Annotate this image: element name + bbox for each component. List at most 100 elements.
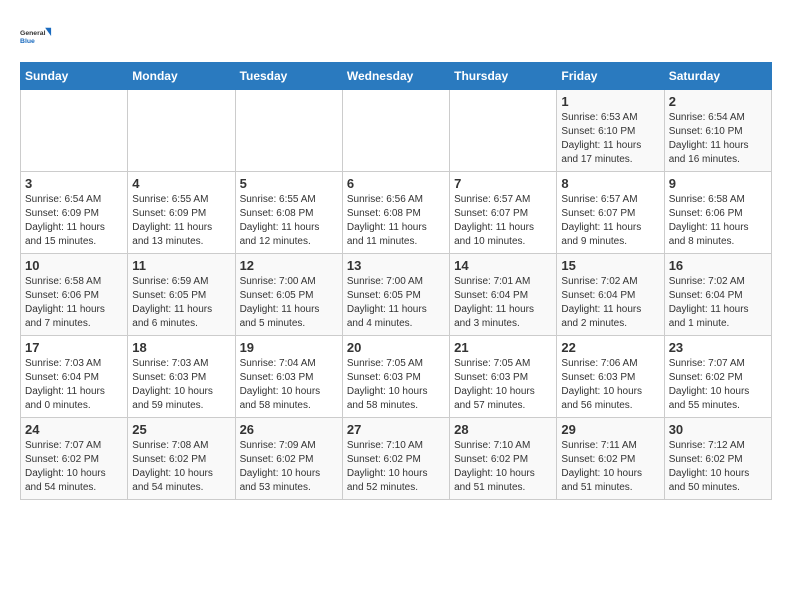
calendar-cell: 16 Sunrise: 7:02 AM Sunset: 6:04 PM Dayli… bbox=[664, 254, 771, 336]
calendar-cell: 14 Sunrise: 7:01 AM Sunset: 6:04 PM Dayli… bbox=[450, 254, 557, 336]
calendar-cell: 9 Sunrise: 6:58 AM Sunset: 6:06 PM Daylig… bbox=[664, 172, 771, 254]
cell-info: Sunrise: 7:11 AM Sunset: 6:02 PM Dayligh… bbox=[561, 439, 659, 495]
day-number: 11 bbox=[132, 258, 230, 273]
calendar-cell: 17 Sunrise: 7:03 AM Sunset: 6:04 PM Dayli… bbox=[21, 336, 128, 418]
calendar-cell: 28 Sunrise: 7:10 AM Sunset: 6:02 PM Dayli… bbox=[450, 418, 557, 500]
cell-info: Sunrise: 7:03 AM Sunset: 6:03 PM Dayligh… bbox=[132, 357, 230, 413]
calendar-cell: 7Sunrise: 6:57 AM Sunset: 6:07 PM Daylig… bbox=[450, 172, 557, 254]
calendar-cell: 11Sunrise: 6:59 AM Sunset: 6:05 PM Dayli… bbox=[128, 254, 235, 336]
day-number: 10 bbox=[25, 258, 123, 273]
calendar-cell: 1Sunrise: 6:53 AM Sunset: 6:10 PM Daylig… bbox=[557, 90, 664, 172]
calendar-cell: 21Sunrise: 7:05 AM Sunset: 6:03 PM Dayli… bbox=[450, 336, 557, 418]
cell-info: Sunrise: 6:58 AM Sunset: 6:06 PM Dayligh… bbox=[669, 193, 767, 249]
calendar-cell: 2 Sunrise: 6:54 AM Sunset: 6:10 PM Daylig… bbox=[664, 90, 771, 172]
calendar-cell bbox=[342, 90, 449, 172]
calendar-cell: 20Sunrise: 7:05 AM Sunset: 6:03 PM Dayli… bbox=[342, 336, 449, 418]
cell-info: Sunrise: 6:55 AM Sunset: 6:08 PM Dayligh… bbox=[240, 193, 338, 249]
day-number: 22 bbox=[561, 340, 659, 355]
cell-info: Sunrise: 7:03 AM Sunset: 6:04 PM Dayligh… bbox=[25, 357, 123, 413]
day-number: 14 bbox=[454, 258, 552, 273]
calendar-cell: 12 Sunrise: 7:00 AM Sunset: 6:05 PM Dayli… bbox=[235, 254, 342, 336]
calendar-table: SundayMondayTuesdayWednesdayThursdayFrid… bbox=[20, 62, 772, 500]
svg-text:General: General bbox=[20, 30, 46, 37]
day-number: 15 bbox=[561, 258, 659, 273]
cell-info: Sunrise: 6:54 AM Sunset: 6:10 PM Dayligh… bbox=[669, 111, 767, 167]
calendar-cell bbox=[450, 90, 557, 172]
cell-info: Sunrise: 6:55 AM Sunset: 6:09 PM Dayligh… bbox=[132, 193, 230, 249]
day-number: 4 bbox=[132, 176, 230, 191]
day-number: 17 bbox=[25, 340, 123, 355]
cell-info: Sunrise: 6:57 AM Sunset: 6:07 PM Dayligh… bbox=[561, 193, 659, 249]
calendar-week-row: 1Sunrise: 6:53 AM Sunset: 6:10 PM Daylig… bbox=[21, 90, 772, 172]
logo: GeneralBlue bbox=[20, 20, 56, 52]
weekday-header: Monday bbox=[128, 63, 235, 90]
day-number: 2 bbox=[669, 94, 767, 109]
cell-info: Sunrise: 7:10 AM Sunset: 6:02 PM Dayligh… bbox=[454, 439, 552, 495]
day-number: 23 bbox=[669, 340, 767, 355]
weekday-header: Sunday bbox=[21, 63, 128, 90]
cell-info: Sunrise: 7:09 AM Sunset: 6:02 PM Dayligh… bbox=[240, 439, 338, 495]
cell-info: Sunrise: 7:00 AM Sunset: 6:05 PM Dayligh… bbox=[347, 275, 445, 331]
calendar-cell: 23 Sunrise: 7:07 AM Sunset: 6:02 PM Dayli… bbox=[664, 336, 771, 418]
calendar-cell: 6Sunrise: 6:56 AM Sunset: 6:08 PM Daylig… bbox=[342, 172, 449, 254]
calendar-cell bbox=[21, 90, 128, 172]
day-number: 24 bbox=[25, 422, 123, 437]
calendar-week-row: 24 Sunrise: 7:07 AM Sunset: 6:02 PM Dayli… bbox=[21, 418, 772, 500]
cell-info: Sunrise: 7:08 AM Sunset: 6:02 PM Dayligh… bbox=[132, 439, 230, 495]
calendar-cell: 18 Sunrise: 7:03 AM Sunset: 6:03 PM Dayli… bbox=[128, 336, 235, 418]
calendar-body: 1Sunrise: 6:53 AM Sunset: 6:10 PM Daylig… bbox=[21, 90, 772, 500]
day-number: 16 bbox=[669, 258, 767, 273]
cell-info: Sunrise: 7:12 AM Sunset: 6:02 PM Dayligh… bbox=[669, 439, 767, 495]
day-number: 28 bbox=[454, 422, 552, 437]
calendar-cell: 5 Sunrise: 6:55 AM Sunset: 6:08 PM Daylig… bbox=[235, 172, 342, 254]
logo-icon: GeneralBlue bbox=[20, 20, 52, 52]
day-number: 3 bbox=[25, 176, 123, 191]
calendar-cell bbox=[235, 90, 342, 172]
day-number: 18 bbox=[132, 340, 230, 355]
day-number: 25 bbox=[132, 422, 230, 437]
day-number: 7 bbox=[454, 176, 552, 191]
day-number: 27 bbox=[347, 422, 445, 437]
calendar-cell: 30 Sunrise: 7:12 AM Sunset: 6:02 PM Dayli… bbox=[664, 418, 771, 500]
calendar-cell: 3 Sunrise: 6:54 AM Sunset: 6:09 PM Daylig… bbox=[21, 172, 128, 254]
cell-info: Sunrise: 7:07 AM Sunset: 6:02 PM Dayligh… bbox=[669, 357, 767, 413]
calendar-cell: 10 Sunrise: 6:58 AM Sunset: 6:06 PM Dayli… bbox=[21, 254, 128, 336]
day-number: 9 bbox=[669, 176, 767, 191]
cell-info: Sunrise: 7:00 AM Sunset: 6:05 PM Dayligh… bbox=[240, 275, 338, 331]
cell-info: Sunrise: 7:04 AM Sunset: 6:03 PM Dayligh… bbox=[240, 357, 338, 413]
page-header: GeneralBlue bbox=[20, 20, 772, 52]
day-number: 21 bbox=[454, 340, 552, 355]
calendar-cell: 13 Sunrise: 7:00 AM Sunset: 6:05 PM Dayli… bbox=[342, 254, 449, 336]
day-number: 12 bbox=[240, 258, 338, 273]
cell-info: Sunrise: 7:06 AM Sunset: 6:03 PM Dayligh… bbox=[561, 357, 659, 413]
calendar-header: SundayMondayTuesdayWednesdayThursdayFrid… bbox=[21, 63, 772, 90]
day-number: 13 bbox=[347, 258, 445, 273]
cell-info: Sunrise: 7:02 AM Sunset: 6:04 PM Dayligh… bbox=[669, 275, 767, 331]
calendar-week-row: 3 Sunrise: 6:54 AM Sunset: 6:09 PM Daylig… bbox=[21, 172, 772, 254]
day-number: 29 bbox=[561, 422, 659, 437]
weekday-header: Friday bbox=[557, 63, 664, 90]
calendar-cell: 24 Sunrise: 7:07 AM Sunset: 6:02 PM Dayli… bbox=[21, 418, 128, 500]
weekday-row: SundayMondayTuesdayWednesdayThursdayFrid… bbox=[21, 63, 772, 90]
cell-info: Sunrise: 7:07 AM Sunset: 6:02 PM Dayligh… bbox=[25, 439, 123, 495]
calendar-cell: 27Sunrise: 7:10 AM Sunset: 6:02 PM Dayli… bbox=[342, 418, 449, 500]
calendar-cell: 25 Sunrise: 7:08 AM Sunset: 6:02 PM Dayli… bbox=[128, 418, 235, 500]
cell-info: Sunrise: 7:02 AM Sunset: 6:04 PM Dayligh… bbox=[561, 275, 659, 331]
day-number: 1 bbox=[561, 94, 659, 109]
calendar-cell: 19Sunrise: 7:04 AM Sunset: 6:03 PM Dayli… bbox=[235, 336, 342, 418]
day-number: 8 bbox=[561, 176, 659, 191]
calendar-week-row: 10 Sunrise: 6:58 AM Sunset: 6:06 PM Dayli… bbox=[21, 254, 772, 336]
calendar-cell: 4 Sunrise: 6:55 AM Sunset: 6:09 PM Daylig… bbox=[128, 172, 235, 254]
cell-info: Sunrise: 6:58 AM Sunset: 6:06 PM Dayligh… bbox=[25, 275, 123, 331]
cell-info: Sunrise: 7:05 AM Sunset: 6:03 PM Dayligh… bbox=[347, 357, 445, 413]
weekday-header: Tuesday bbox=[235, 63, 342, 90]
calendar-cell: 26Sunrise: 7:09 AM Sunset: 6:02 PM Dayli… bbox=[235, 418, 342, 500]
day-number: 5 bbox=[240, 176, 338, 191]
cell-info: Sunrise: 6:54 AM Sunset: 6:09 PM Dayligh… bbox=[25, 193, 123, 249]
calendar-cell bbox=[128, 90, 235, 172]
calendar-cell: 8 Sunrise: 6:57 AM Sunset: 6:07 PM Daylig… bbox=[557, 172, 664, 254]
calendar-cell: 15 Sunrise: 7:02 AM Sunset: 6:04 PM Dayli… bbox=[557, 254, 664, 336]
day-number: 30 bbox=[669, 422, 767, 437]
cell-info: Sunrise: 7:01 AM Sunset: 6:04 PM Dayligh… bbox=[454, 275, 552, 331]
day-number: 6 bbox=[347, 176, 445, 191]
